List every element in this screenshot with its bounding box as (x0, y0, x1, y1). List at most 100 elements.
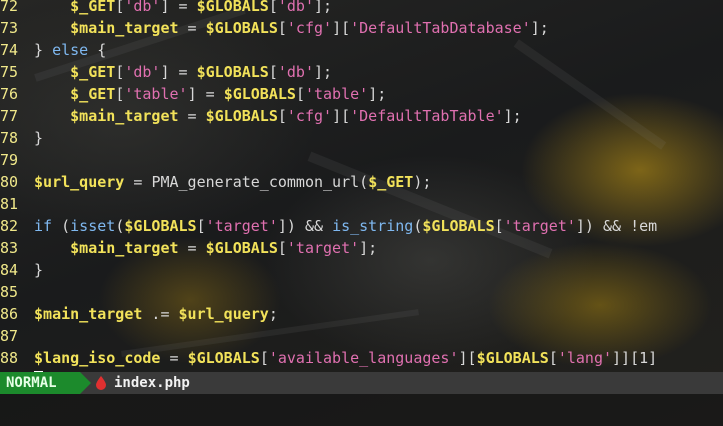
code-token: } (34, 129, 44, 147)
file-name: index.php (114, 375, 190, 391)
code-token: $GLOBALS (205, 239, 278, 257)
line-number: 80 (0, 173, 19, 191)
code-token: ( (359, 173, 369, 191)
code-token: 'target' (286, 239, 360, 257)
code-line[interactable]: 76 $_GET['table'] = $GLOBALS['table']; (0, 83, 723, 105)
code-token: ( (115, 217, 125, 235)
code-token: $GLOBALS (187, 349, 260, 367)
line-number: 88 (0, 349, 19, 367)
code-token: 'cfg' (286, 19, 333, 37)
code-token: 'db' (277, 63, 314, 81)
code-token: $GLOBALS (124, 217, 197, 235)
code-token: ]; (503, 107, 522, 125)
code-token: [ (196, 217, 206, 235)
code-line[interactable]: 84 } (0, 259, 723, 281)
code-token: ][ (458, 349, 477, 367)
code-token: 'available_languages' (268, 349, 459, 367)
code-token: [ (268, 0, 278, 15)
code-line[interactable]: 75 $_GET['db'] = $GLOBALS['db']; (0, 61, 723, 83)
code-token: ][ (332, 19, 351, 37)
code-token: [ (268, 63, 278, 81)
line-number: 72 (0, 0, 19, 15)
code-token: = (178, 107, 206, 125)
code-token: 'target' (205, 217, 278, 235)
code-token: = (160, 349, 188, 367)
line-number: 84 (0, 261, 19, 279)
code-token: if (34, 217, 53, 235)
line-number: 76 (0, 85, 19, 103)
code-token: 'cfg' (286, 107, 333, 125)
code-token: [ (548, 349, 558, 367)
code-token: $url_query (178, 305, 269, 323)
line-number: 73 (0, 19, 19, 37)
code-line[interactable]: 77 $main_target = $GLOBALS['cfg']['Defau… (0, 105, 723, 127)
code-line[interactable]: 88 $lang_iso_code = $GLOBALS['available_… (0, 347, 723, 369)
code-token: 'db' (277, 0, 314, 15)
code-token: $_GET (70, 85, 116, 103)
code-token: 'db' (124, 63, 161, 81)
command-line[interactable] (0, 394, 723, 426)
code-token: ][ (332, 107, 351, 125)
code-token: $GLOBALS (223, 85, 296, 103)
code-token: ] = (187, 85, 224, 103)
code-token: } (34, 261, 44, 279)
code-token: [ (115, 85, 125, 103)
code-token: $GLOBALS (205, 107, 278, 125)
mode-indicator: NORMAL (0, 372, 80, 394)
code-token: $GLOBALS (205, 19, 278, 37)
code-token: else (52, 41, 89, 59)
code-token: ); (413, 173, 432, 191)
code-token: } (34, 41, 53, 59)
code-token: = (178, 239, 206, 257)
code-token: ]) && (277, 217, 333, 235)
code-token: 'table' (124, 85, 188, 103)
line-number: 81 (0, 195, 19, 213)
code-token: [ (277, 107, 287, 125)
code-token: ]; (368, 85, 387, 103)
code-token: 'target' (503, 217, 576, 235)
line-number: 82 (0, 217, 19, 235)
code-token: is_string (332, 217, 414, 235)
code-token: ]; (359, 239, 378, 257)
code-token: ] = (160, 0, 197, 15)
line-number: 83 (0, 239, 19, 257)
code-line[interactable]: 86 $main_target .= $url_query; (0, 303, 723, 325)
code-token: [ (115, 63, 125, 81)
code-token: $_GET (70, 0, 116, 15)
code-token: $main_target (70, 19, 179, 37)
code-token: .= (142, 305, 179, 323)
code-token: ]; (314, 63, 333, 81)
status-line: NORMAL index.php (0, 372, 723, 394)
code-line[interactable]: 80 $url_query = PMA_generate_common_url(… (0, 171, 723, 193)
code-token: 'table' (304, 85, 369, 103)
code-token: $url_query (34, 173, 125, 191)
code-line[interactable]: 81 (0, 193, 723, 215)
line-number: 86 (0, 305, 19, 323)
code-line[interactable]: 87 (0, 325, 723, 347)
code-line[interactable]: 83 $main_target = $GLOBALS['target']; (0, 237, 723, 259)
code-line[interactable]: 78 } (0, 127, 723, 149)
code-token: $GLOBALS (476, 349, 549, 367)
code-line[interactable]: 73 $main_target = $GLOBALS['cfg']['Defau… (0, 17, 723, 39)
code-token: ] = (160, 63, 197, 81)
code-token: ]) && !em (575, 217, 658, 235)
line-number: 74 (0, 41, 19, 59)
code-line[interactable]: 82 if (isset($GLOBALS['target']) && is_s… (0, 215, 723, 237)
code-token: [ (259, 349, 269, 367)
code-line[interactable]: 72 $_GET['db'] = $GLOBALS['db']; (0, 0, 723, 17)
code-token: isset (70, 217, 116, 235)
code-line[interactable]: 85 (0, 281, 723, 303)
code-token: ]; (530, 19, 549, 37)
code-line[interactable]: 79 (0, 149, 723, 171)
code-token: $main_target (34, 305, 143, 323)
code-editor[interactable]: 72 $_GET['db'] = $GLOBALS['db']; 73 $main… (0, 0, 723, 389)
code-token: PMA_generate_common_url (151, 173, 360, 191)
code-token: [ (494, 217, 504, 235)
code-token: 'db' (124, 0, 161, 15)
drop-icon (96, 376, 106, 390)
code-line[interactable]: 74 } else { (0, 39, 723, 61)
code-token: $_GET (70, 63, 116, 81)
code-token: 'DefaultTabDatabase' (350, 19, 531, 37)
